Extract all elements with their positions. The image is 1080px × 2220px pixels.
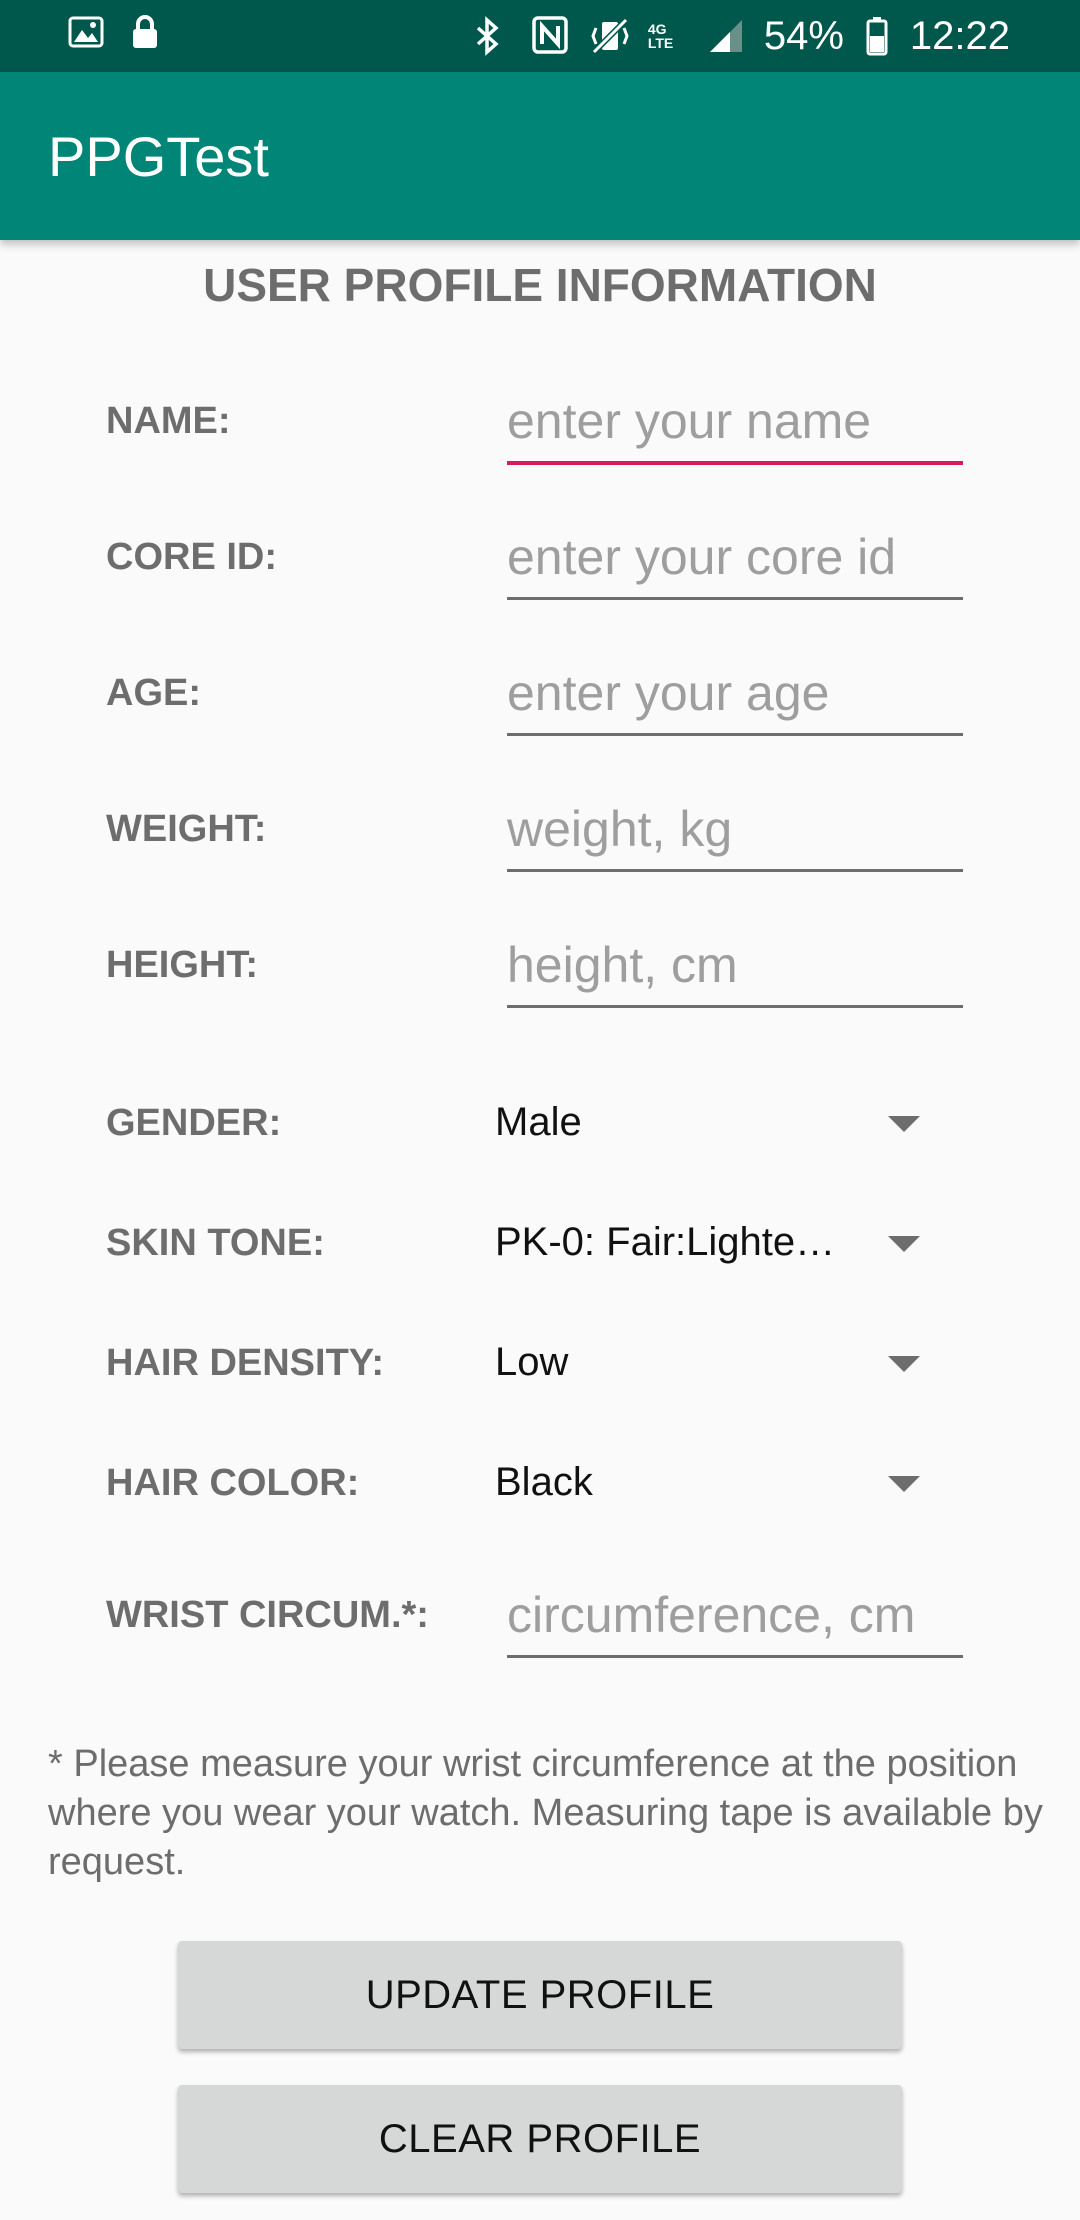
nfc-icon [532,16,568,56]
gender-label: GENDER: [106,1102,282,1144]
weight-label: WEIGHT: [106,808,267,850]
vibrate-icon [590,16,629,56]
update-profile-button[interactable]: UPDATE PROFILE [178,1941,902,2049]
hair-density-label: HAIR DENSITY: [106,1342,384,1384]
hair-color-spinner[interactable]: HAIR COLOR: Black [0,1442,1080,1562]
network-type: 4G LTE [647,21,674,51]
name-input[interactable] [507,381,963,465]
chevron-down-icon [888,1476,920,1492]
chevron-down-icon [888,1236,920,1252]
wrist-note: * Please measure your wrist circumferenc… [48,1743,1043,1883]
wrist-input[interactable] [507,1575,963,1658]
gender-value: Male [495,1100,582,1144]
skin-tone-label: SKIN TONE: [106,1222,325,1264]
hair-color-label: HAIR COLOR: [106,1462,360,1504]
hair-density-spinner[interactable]: HAIR DENSITY: Low [0,1322,1080,1442]
lock-icon [130,14,166,54]
name-row: NAME: [0,370,1080,490]
bluetooth-icon [474,16,510,56]
gender-spinner[interactable]: GENDER: Male [0,1082,1080,1202]
app-bar: PPGTest [0,72,1080,240]
battery-icon [866,16,888,56]
signal-icon [706,16,742,56]
clear-profile-button[interactable]: CLEAR PROFILE [178,2085,902,2193]
wrist-row: WRIST CIRCUM.*: [0,1560,1080,1680]
hair-density-value: Low [495,1340,569,1384]
status-bar: 4G LTE 54% 12:22 [0,0,1080,72]
hair-color-value: Black [495,1460,593,1504]
weight-row: WEIGHT: [0,778,1080,898]
chevron-down-icon [888,1356,920,1372]
age-label: AGE: [106,672,201,714]
app-title: PPGTest [48,125,269,188]
age-row: AGE: [0,642,1080,762]
age-input[interactable] [507,653,963,736]
core-id-row: CORE ID: [0,506,1080,626]
battery-percent: 54% [763,13,844,58]
skin-tone-value: PK-0: Fair:Lighte… [495,1220,836,1264]
chevron-down-icon [888,1116,920,1132]
height-label: HEIGHT: [106,944,258,986]
page-title: USER PROFILE INFORMATION [203,259,877,311]
height-row: HEIGHT: [0,914,1080,1034]
core-id-label: CORE ID: [106,536,277,578]
height-input[interactable] [507,925,963,1008]
core-id-input[interactable] [507,517,963,600]
wrist-label: WRIST CIRCUM.*: [106,1594,429,1636]
clock: 12:22 [909,13,1010,58]
weight-input[interactable] [507,789,963,872]
image-icon [68,14,104,54]
skin-tone-spinner[interactable]: SKIN TONE: PK-0: Fair:Lighte… [0,1202,1080,1322]
name-label: NAME: [106,400,231,442]
